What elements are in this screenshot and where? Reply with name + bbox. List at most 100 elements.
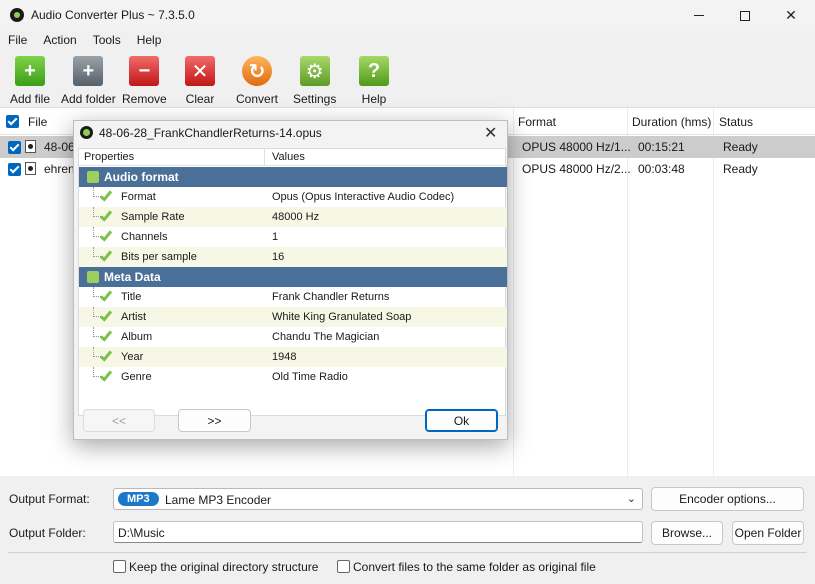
select-all-checkbox[interactable] — [6, 115, 19, 128]
row-duration: 00:03:48 — [638, 162, 685, 176]
check-icon — [99, 328, 113, 342]
property-key: Bits per sample — [121, 251, 197, 263]
property-row[interactable]: Title Frank Chandler Returns — [79, 287, 507, 307]
property-key: Genre — [121, 371, 152, 383]
window-title: Audio Converter Plus ~ 7.3.5.0 — [31, 8, 195, 22]
keep-structure-label: Keep the original directory structure — [129, 560, 319, 574]
tree-line — [93, 207, 101, 217]
property-key: Album — [121, 331, 153, 343]
check-icon — [99, 188, 113, 202]
convert-label: Convert — [236, 92, 279, 106]
property-row[interactable]: Bits per sample 16 — [79, 247, 507, 267]
minimize-icon — [694, 15, 704, 16]
ok-button[interactable]: Ok — [425, 409, 498, 432]
row-checkbox[interactable] — [8, 141, 21, 154]
category-audio-format[interactable]: Audio format — [79, 167, 507, 187]
property-row[interactable]: Genre Old Time Radio — [79, 367, 507, 387]
row-file: ehren — [44, 162, 75, 176]
tree-line — [93, 347, 101, 357]
column-properties: Properties — [84, 151, 135, 163]
property-value: 48000 Hz — [272, 211, 320, 223]
title-bar: Audio Converter Plus ~ 7.3.5.0 ✕ — [0, 0, 815, 31]
column-file[interactable]: File — [28, 115, 47, 129]
add-folder-button[interactable]: + Add folder — [61, 56, 116, 106]
property-value: 1948 — [272, 351, 297, 363]
property-row[interactable]: Sample Rate 48000 Hz — [79, 207, 507, 227]
settings-button[interactable]: ⚙ Settings — [293, 56, 336, 106]
property-value: Opus (Opus Interactive Audio Codec) — [272, 191, 455, 203]
menu-action[interactable]: Action — [35, 31, 84, 51]
row-format: OPUS 48000 Hz/1... — [522, 140, 631, 154]
property-row[interactable]: Format Opus (Opus Interactive Audio Code… — [79, 187, 507, 207]
property-key: Sample Rate — [121, 211, 185, 223]
property-value: Chandu The Magician — [272, 331, 380, 343]
menu-help[interactable]: Help — [129, 31, 170, 51]
close-button[interactable]: ✕ — [768, 0, 814, 31]
chevron-down-icon: ⌄ — [626, 493, 636, 505]
encoder-options-button[interactable]: Encoder options... — [651, 487, 804, 511]
keep-structure-checkbox[interactable] — [113, 560, 126, 573]
format-value: Lame MP3 Encoder — [165, 493, 272, 507]
output-folder-input[interactable]: D:\Music — [113, 521, 643, 543]
output-folder-label: Output Folder: — [9, 526, 86, 540]
dialog-close-icon[interactable]: ✕ — [484, 123, 497, 143]
audio-file-icon — [25, 162, 36, 175]
toolbar: + Add file + Add folder − Remove ✕ Clear… — [0, 52, 815, 106]
property-key: Artist — [121, 311, 147, 323]
row-duration: 00:15:21 — [638, 140, 685, 154]
add-file-button[interactable]: + Add file — [10, 56, 50, 106]
convert-icon: ↻ — [242, 56, 273, 86]
format-badge: MP3 — [118, 492, 159, 506]
dialog-title-bar: 48-06-28_FrankChandlerReturns-14.opus ✕ — [74, 121, 507, 145]
column-divider — [264, 149, 265, 166]
file-properties-dialog: 48-06-28_FrankChandlerReturns-14.opus ✕ … — [73, 120, 508, 440]
next-button[interactable]: >> — [178, 409, 251, 432]
property-row[interactable]: Album Chandu The Magician — [79, 327, 507, 347]
same-folder-checkbox[interactable] — [337, 560, 350, 573]
property-row[interactable]: Year 1948 — [79, 347, 507, 367]
check-icon — [99, 248, 113, 262]
property-key: Channels — [121, 231, 168, 243]
clear-button[interactable]: ✕ Clear — [185, 56, 215, 106]
row-status: Ready — [723, 162, 758, 176]
property-value: 1 — [272, 231, 279, 243]
tree-line — [93, 327, 101, 337]
column-values: Values — [272, 151, 305, 163]
menu-tools[interactable]: Tools — [85, 31, 129, 51]
audio-file-icon — [25, 140, 36, 153]
remove-icon: − — [129, 56, 160, 86]
check-icon — [99, 308, 113, 322]
maximize-button[interactable] — [722, 0, 768, 31]
check-icon — [99, 228, 113, 242]
minimize-button[interactable] — [676, 0, 722, 31]
property-key: Title — [121, 291, 142, 303]
settings-label: Settings — [293, 92, 337, 106]
help-button[interactable]: ? Help — [359, 56, 389, 106]
property-value: Old Time Radio — [272, 371, 348, 383]
output-folder-value: D:\Music — [118, 526, 165, 540]
previous-button[interactable]: << — [83, 409, 155, 432]
remove-button[interactable]: − Remove — [122, 56, 167, 106]
output-format-select[interactable]: MP3 Lame MP3 Encoder ⌄ — [113, 488, 643, 510]
browse-button[interactable]: Browse... — [651, 521, 723, 545]
check-icon — [99, 348, 113, 362]
property-value: 16 — [272, 251, 285, 263]
property-row[interactable]: Channels 1 — [79, 227, 507, 247]
tree-line — [93, 247, 101, 257]
check-icon — [99, 288, 113, 302]
add-file-icon: + — [15, 56, 46, 86]
column-format[interactable]: Format — [518, 115, 556, 129]
column-status[interactable]: Status — [719, 115, 753, 129]
menu-file[interactable]: File — [0, 31, 35, 51]
dialog-title: 48-06-28_FrankChandlerReturns-14.opus — [99, 126, 322, 140]
category-meta-data[interactable]: Meta Data — [79, 267, 507, 287]
property-grid[interactable]: Properties Values Audio format Format Op… — [78, 148, 507, 416]
convert-button[interactable]: ↻ Convert — [236, 56, 278, 106]
gear-icon: ⚙ — [299, 56, 330, 86]
open-folder-button[interactable]: Open Folder — [732, 521, 804, 545]
column-duration[interactable]: Duration (hms) — [632, 115, 711, 129]
tree-line — [93, 307, 101, 317]
maximize-icon — [740, 10, 750, 21]
row-checkbox[interactable] — [8, 163, 21, 176]
property-row[interactable]: Artist White King Granulated Soap — [79, 307, 507, 327]
